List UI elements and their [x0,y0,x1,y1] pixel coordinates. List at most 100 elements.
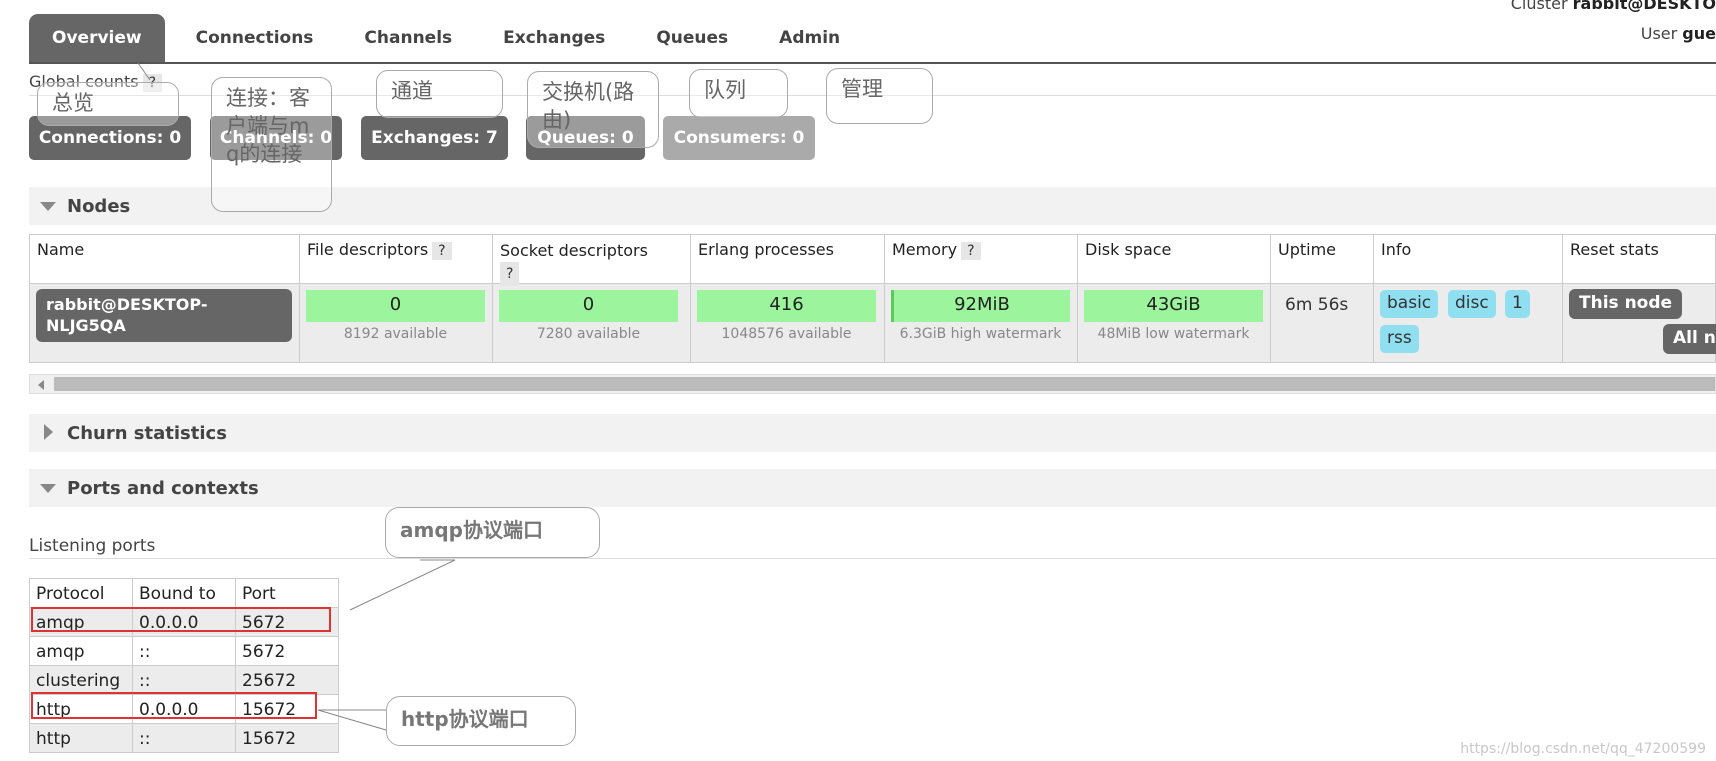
http-highlight-box [31,692,317,719]
annotation-overview: 总览 [37,82,179,126]
main-nav-tabs: Overview Connections Channels Exchanges … [29,14,863,63]
tab-admin[interactable]: Admin [756,14,863,63]
consumers-count-button[interactable]: Consumers: 0 [663,116,815,160]
port-cell: 25672 [235,665,339,695]
col-memory-label: Memory [892,240,958,259]
user-label: User [1640,24,1678,43]
column-divider [690,234,691,363]
annotation-channels: 通道 [376,70,503,118]
churn-section-title: Churn statistics [67,423,227,444]
user-name[interactable]: gue [1682,24,1716,43]
col-name: Name [37,240,85,259]
col-reset-stats: Reset stats [1570,240,1659,259]
column-divider [884,234,885,363]
annotation-connections: 连接：客户端与mq的连接 [211,77,332,212]
col-file-descriptors-label: File descriptors [307,240,429,259]
info-tag-count: 1 [1505,290,1530,318]
user-info: User gue [1641,24,1716,43]
col-memory: Memory? [892,240,981,260]
tab-exchanges[interactable]: Exchanges [480,14,628,63]
protocol-cell: amqp [29,636,133,666]
nodes-table: Name File descriptors? Socket descriptor… [29,234,1716,363]
col-file-descriptors: File descriptors? [307,240,452,260]
uptime-value: 6m 56s [1285,295,1349,315]
bound-to-cell: :: [132,723,236,753]
ports-section-title: Ports and contexts [67,478,259,499]
column-divider [492,234,493,363]
info-tag-rss: rss [1380,325,1419,353]
expand-triangle-icon [44,424,53,440]
col-protocol: Protocol [29,578,133,608]
col-disk-space: Disk space [1085,240,1172,259]
listening-ports-table: Protocol Bound to Port amqp 0.0.0.0 5672… [29,578,339,753]
help-icon[interactable]: ? [432,242,452,260]
col-erlang-processes: Erlang processes [698,240,834,259]
col-bound-to: Bound to [132,578,236,608]
reset-this-node-button[interactable]: This node [1569,289,1683,319]
column-divider [1077,234,1078,363]
col-socket-descriptors-label: Socket descriptors [500,241,648,260]
cluster-info: Cluster rabbit@DESKTO [1511,0,1716,13]
table-header-row: Protocol Bound to Port [29,578,339,608]
memory-watermark: 6.3GiB high watermark [899,326,1062,342]
tab-overview[interactable]: Overview [29,14,165,63]
disk-space-bar: 43GiB [1084,290,1263,322]
tab-channels[interactable]: Channels [341,14,475,63]
watermark: https://blog.csdn.net/qq_47200599 [1460,741,1706,757]
tab-queues[interactable]: Queues [633,14,751,63]
col-socket-descriptors: Socket descriptors? [500,240,648,286]
collapse-triangle-icon [40,202,56,211]
collapse-triangle-icon [40,484,56,493]
erlang-processes-available: 1048576 available [721,326,852,342]
disk-space-watermark: 48MiB low watermark [1097,326,1250,342]
port-cell: 5672 [235,636,339,666]
churn-section-header[interactable]: Churn statistics [29,414,1716,452]
scroll-left-icon[interactable] [38,380,44,390]
help-icon[interactable]: ? [961,242,981,260]
socket-descriptors-available: 7280 available [536,326,641,342]
tabs-divider [29,62,1716,64]
reset-all-nodes-button[interactable]: All no [1663,324,1716,354]
info-tag-basic: basic [1380,290,1439,318]
column-divider [1562,234,1563,363]
info-tag-disc: disc [1448,290,1496,318]
table-row: amqp :: 5672 [29,636,339,666]
protocol-cell: http [29,723,133,753]
table-row: clustering :: 25672 [29,665,339,695]
listening-ports-label: Listening ports [29,536,156,556]
socket-descriptors-bar: 0 [499,290,678,322]
annotation-exchanges: 交换机(路由) [527,71,659,148]
cluster-name: rabbit@DESKTO [1572,0,1716,13]
annotation-http-port: http协议端口 [386,696,576,746]
horizontal-scrollbar[interactable] [29,374,1716,394]
amqp-highlight-box [31,607,331,632]
tab-connections[interactable]: Connections [173,14,337,63]
protocol-cell: clustering [29,665,133,695]
scrollbar-thumb[interactable] [54,377,1715,391]
erlang-processes-bar: 416 [697,290,876,322]
help-icon[interactable]: ? [500,262,520,286]
col-uptime: Uptime [1278,240,1337,259]
bound-to-cell: :: [132,636,236,666]
exchanges-count-button[interactable]: Exchanges: 7 [361,116,508,160]
col-info: Info [1381,240,1412,259]
node-name-link[interactable]: rabbit@DESKTOP-NLJG5QA [36,289,292,342]
annotation-admin: 管理 [826,68,933,124]
column-divider [1270,234,1271,363]
col-port: Port [235,578,339,608]
annotation-queues: 队列 [689,69,788,118]
file-descriptors-bar: 0 [306,290,485,322]
cluster-label: Cluster [1510,0,1568,13]
port-cell: 15672 [235,723,339,753]
listening-ports-divider [29,558,1716,559]
bound-to-cell: :: [132,665,236,695]
annotation-amqp-port: amqp协议端口 [385,507,600,558]
nodes-section-title: Nodes [67,196,131,217]
memory-bar: 92MiB [891,290,1070,322]
ports-section-header[interactable]: Ports and contexts [29,469,1716,507]
column-divider [1373,234,1374,363]
table-row: http :: 15672 [29,723,339,753]
column-divider [299,234,300,363]
nodes-table-header [29,234,1716,284]
file-descriptors-available: 8192 available [343,326,448,342]
